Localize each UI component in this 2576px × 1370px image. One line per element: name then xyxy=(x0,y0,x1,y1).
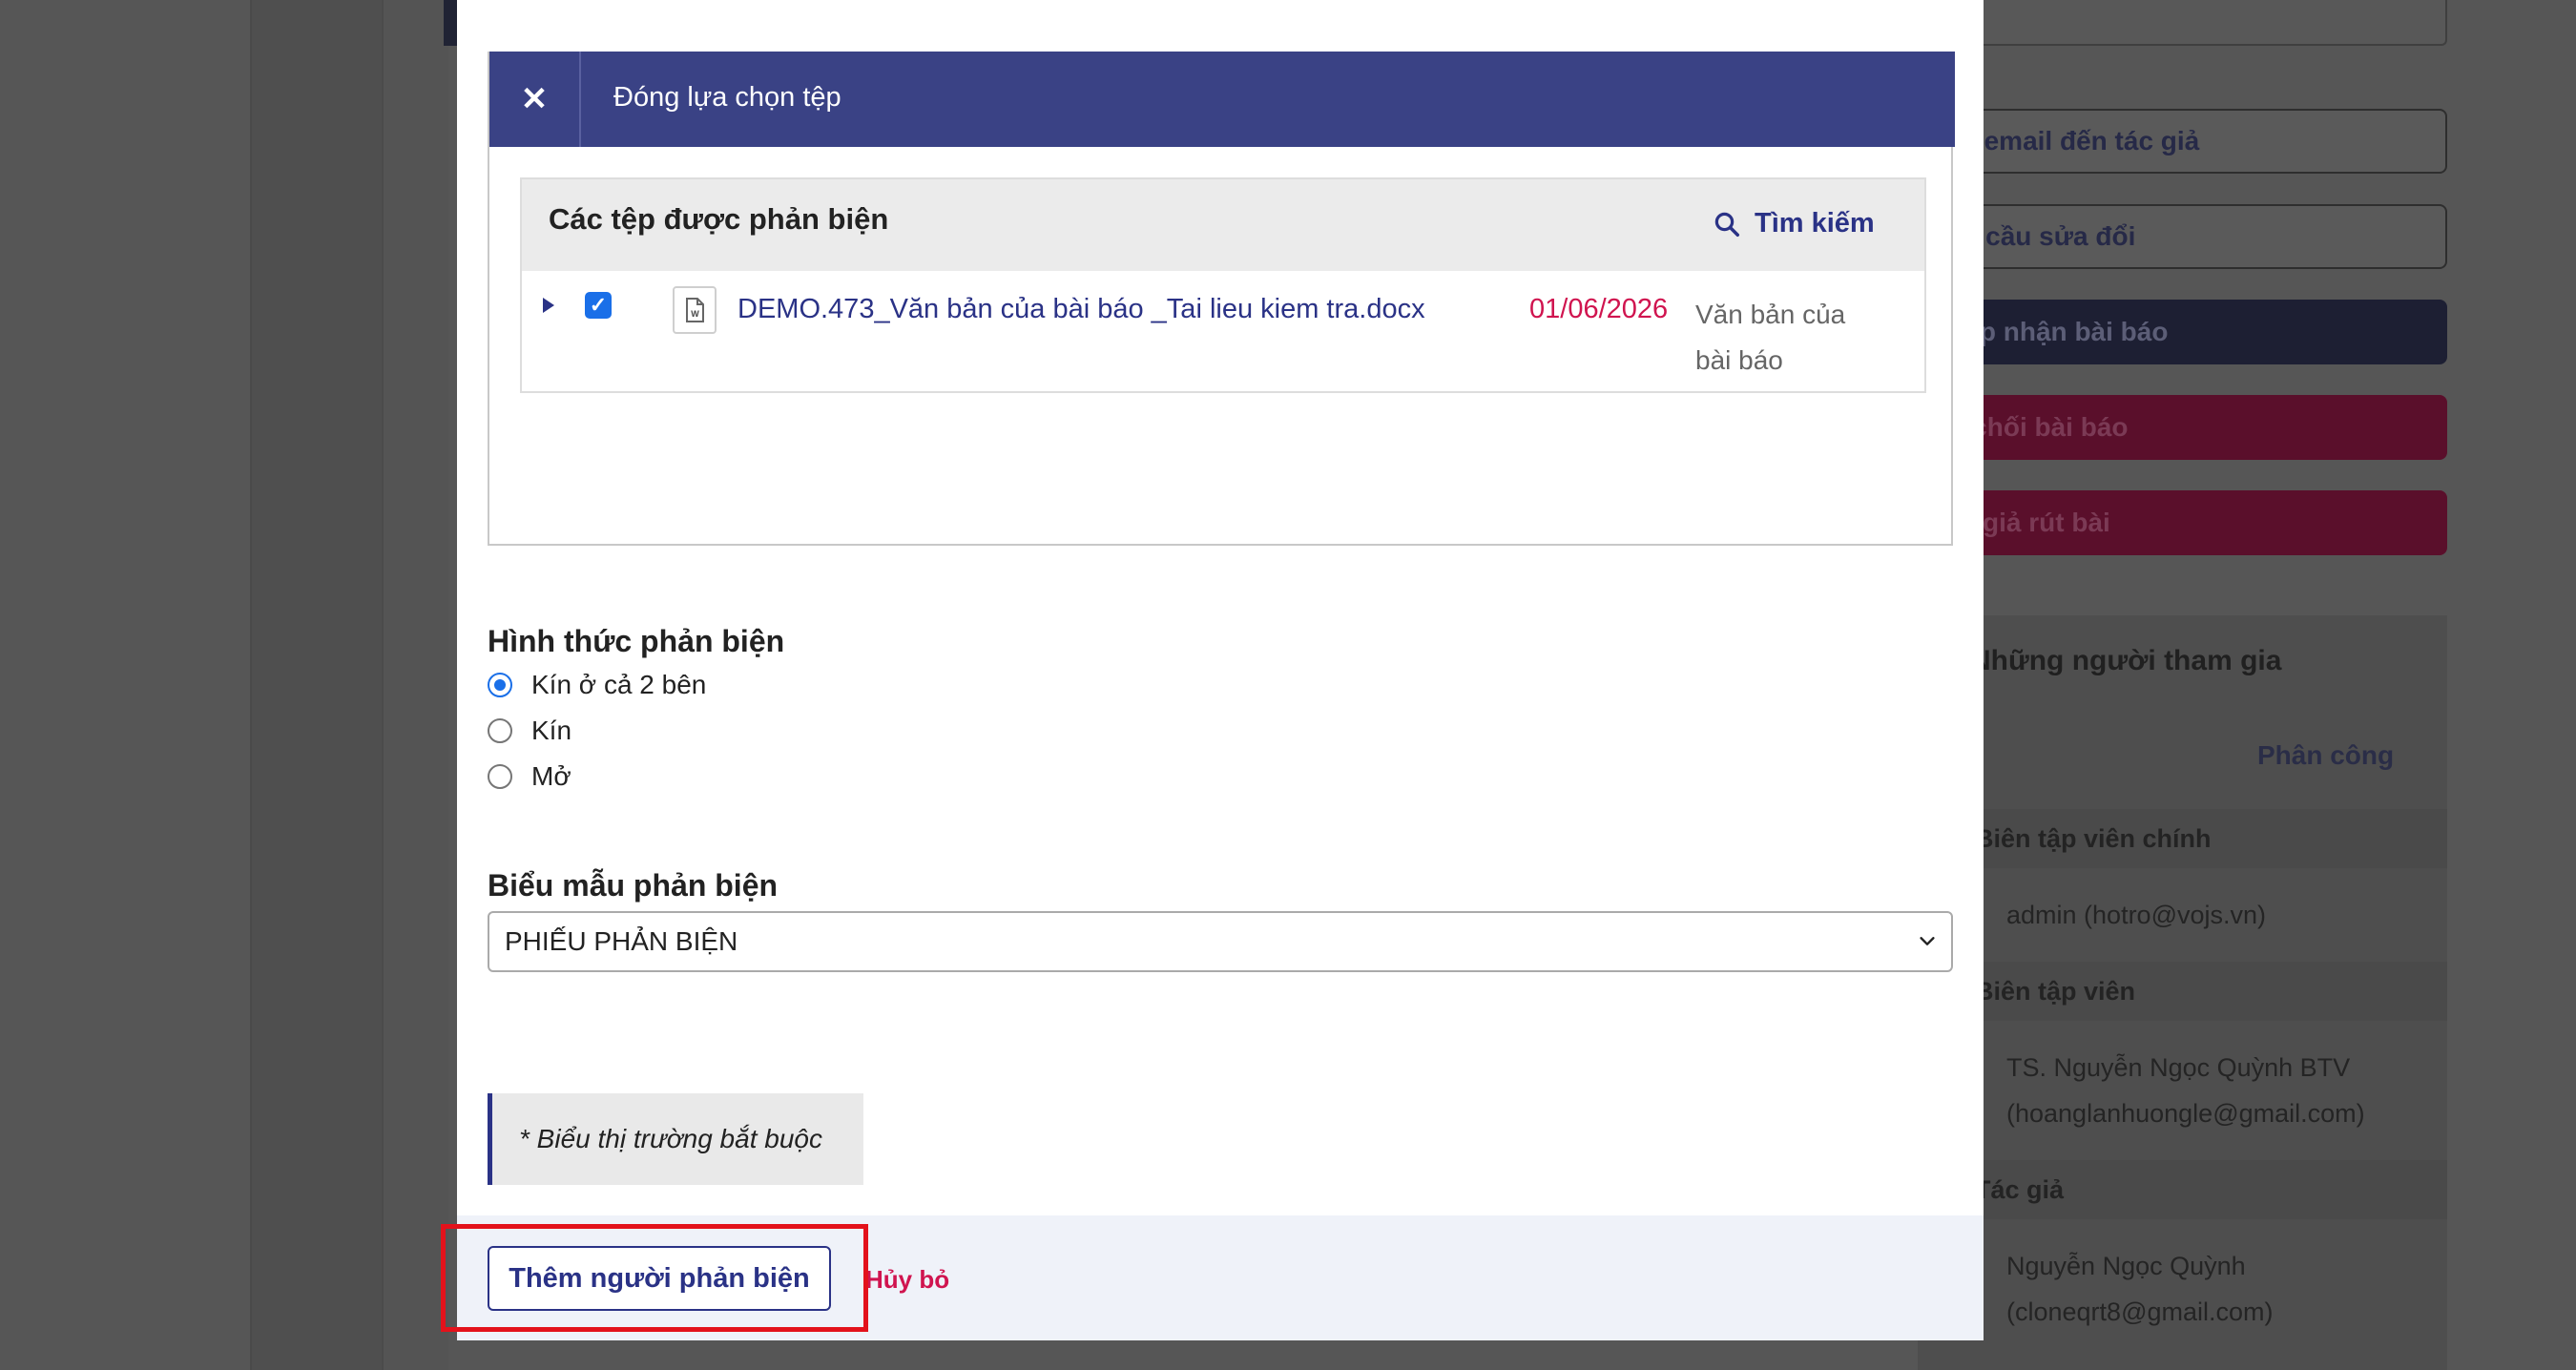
add-reviewer-modal: ✕ Đóng lựa chọn tệp Các tệp được phản bi… xyxy=(457,0,1984,1340)
review-files-panel: Các tệp được phản biện Tìm kiếm ✓ W DEMO… xyxy=(520,177,1926,393)
participant-name: Nguyễn Ngọc Quỳnh xyxy=(2006,1252,2246,1280)
participant-email: (hoanglanhuongle@gmail.com) xyxy=(2006,1099,2365,1128)
file-picker-header: ✕ Đóng lựa chọn tệp xyxy=(489,52,1955,147)
decline-submission-button: Từ chối bài báo xyxy=(1918,395,2447,460)
file-type: Văn bản của bài báo xyxy=(1695,300,1846,375)
participant-role: Tác giả xyxy=(1918,1160,2447,1219)
review-method-option-double-blind[interactable]: Kín ở cả 2 bên xyxy=(488,670,706,700)
close-file-picker-button[interactable]: ✕ xyxy=(489,52,581,147)
radio-label: Mở xyxy=(531,761,571,791)
accept-submission-button: Chấp nhận bài báo xyxy=(1918,300,2447,364)
highlight-annotation xyxy=(441,1224,868,1332)
svg-text:W: W xyxy=(691,309,699,319)
review-form-selected-value: PHIẾU PHẢN BIỆN xyxy=(505,926,738,956)
request-revisions-button: Yêu cầu sửa đổi xyxy=(1918,204,2447,269)
radio-button[interactable] xyxy=(488,718,512,743)
review-form-select[interactable]: PHIẾU PHẢN BIỆN xyxy=(488,911,1953,972)
assign-participant-link: Phân công xyxy=(2257,740,2395,770)
review-method-label: Hình thức phản biện xyxy=(488,624,785,658)
review-method-option-open[interactable]: Mở xyxy=(488,761,571,792)
required-fields-note: * Biểu thị trường bắt buộc xyxy=(488,1093,863,1185)
review-files-header: Các tệp được phản biện Tìm kiếm xyxy=(522,179,1924,271)
participant-name: TS. Nguyễn Ngọc Quỳnh BTV xyxy=(2006,1053,2351,1082)
review-method-option-blind[interactable]: Kín xyxy=(488,716,571,746)
background-input xyxy=(1918,0,2447,46)
email-author-button: Gửi email đến tác giả xyxy=(1918,109,2447,174)
participants-title: Những người tham gia xyxy=(1970,645,2282,676)
file-row: ✓ W DEMO.473_Văn bản của bài báo _Tai li… xyxy=(522,271,1924,391)
review-form-label: Biểu mẫu phản biện xyxy=(488,868,779,903)
background-header-stripe xyxy=(444,0,457,46)
background-column xyxy=(382,0,448,1370)
withdraw-submission-button: Tác giả rút bài xyxy=(1918,490,2447,555)
close-file-picker-label: Đóng lựa chọn tệp xyxy=(613,82,841,113)
cancel-link[interactable]: Hủy bỏ xyxy=(865,1265,949,1295)
radio-button[interactable] xyxy=(488,673,512,697)
radio-label: Kín xyxy=(531,716,572,745)
search-files-button[interactable]: Tìm kiếm xyxy=(1713,208,1875,239)
chevron-down-icon xyxy=(1920,937,1935,945)
expand-row-icon[interactable] xyxy=(543,298,554,313)
file-picker: ✕ Đóng lựa chọn tệp Các tệp được phản bi… xyxy=(488,52,1955,546)
participant-role: Biên tập viên chính xyxy=(1918,809,2447,868)
participant-role: Biên tập viên xyxy=(1918,962,2447,1021)
review-files-title: Các tệp được phản biện xyxy=(549,202,889,236)
participant-email: (cloneqrt8@gmail.com) xyxy=(2006,1297,2274,1326)
word-document-icon: W xyxy=(673,286,717,334)
background-column xyxy=(250,0,382,1370)
participant-name: admin (hotro@vojs.vn) xyxy=(2006,901,2267,929)
file-name-link[interactable]: DEMO.473_Văn bản của bài báo _Tai lieu k… xyxy=(737,294,1425,325)
file-select-checkbox[interactable]: ✓ xyxy=(585,292,612,319)
search-files-label: Tìm kiếm xyxy=(1755,208,1875,239)
file-date: 01/06/2026 xyxy=(1529,294,1669,324)
radio-label: Kín ở cả 2 bên xyxy=(531,670,707,699)
radio-button[interactable] xyxy=(488,764,512,789)
search-icon xyxy=(1714,212,1739,237)
close-icon: ✕ xyxy=(520,81,549,117)
